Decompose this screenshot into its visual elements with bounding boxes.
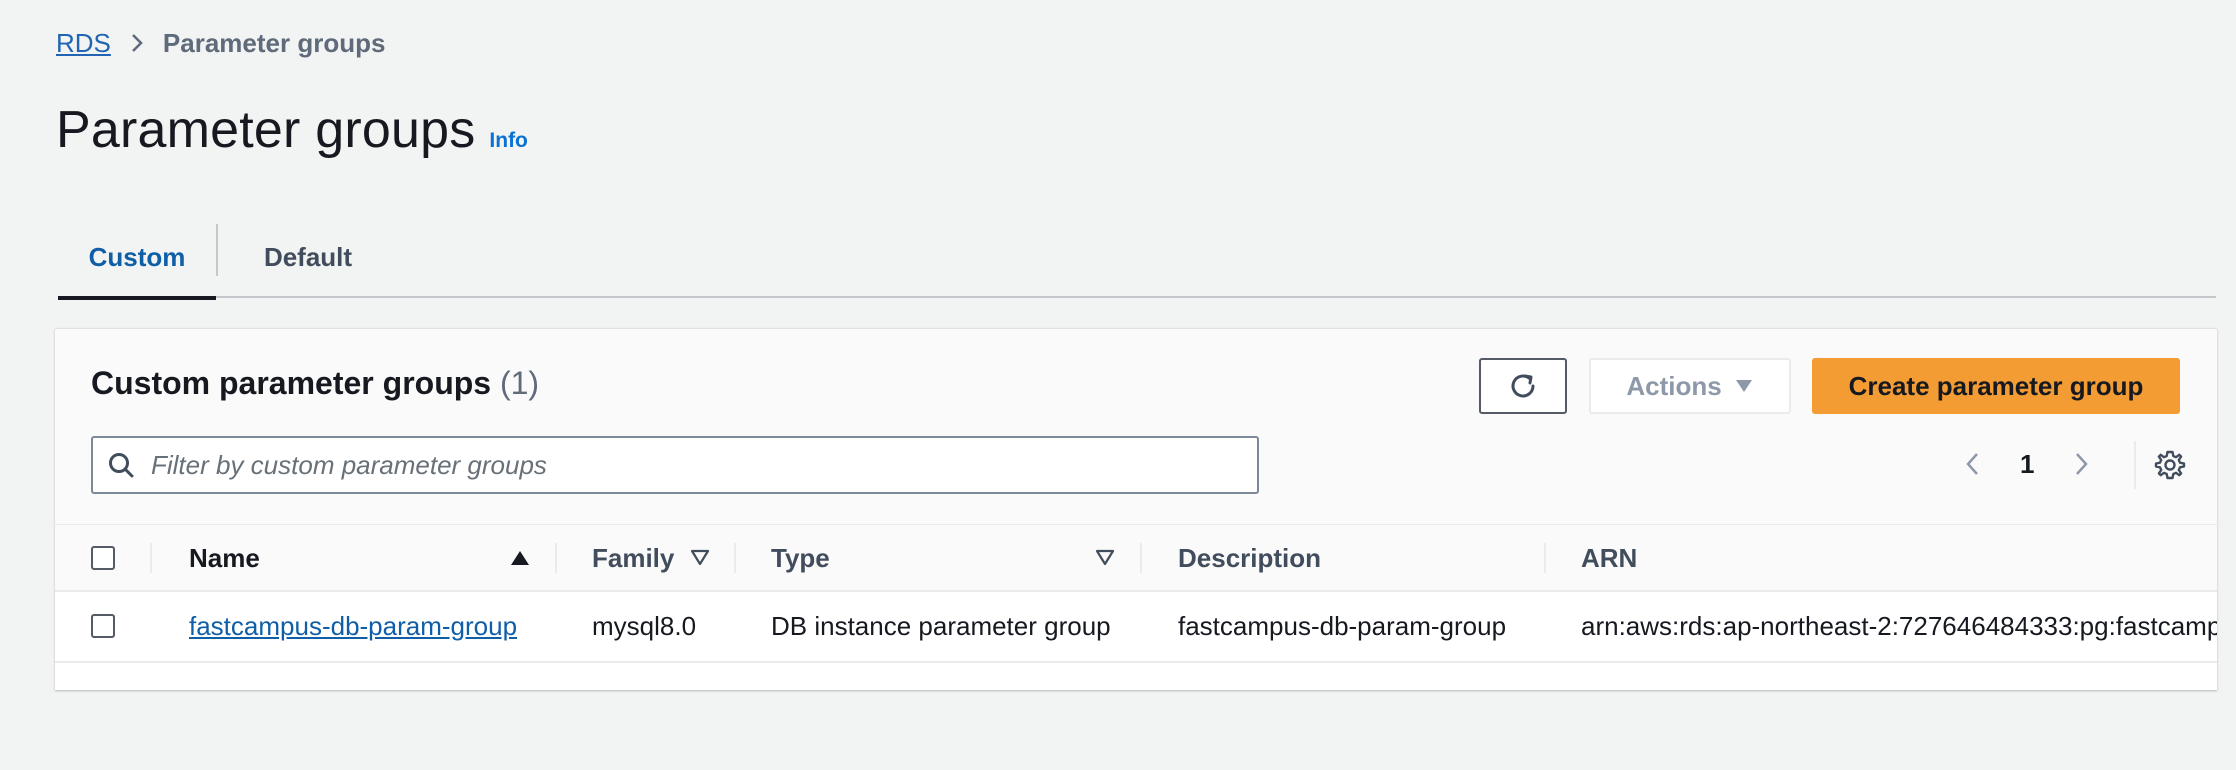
chevron-right-icon[interactable] [2068, 451, 2094, 477]
tab-default[interactable]: Default [218, 216, 398, 298]
chevron-right-icon [125, 31, 149, 55]
pagination: 1 [1960, 439, 2094, 489]
select-all-checkbox[interactable] [91, 546, 115, 570]
settings-divider [2134, 441, 2136, 489]
tab-custom[interactable]: Custom [58, 216, 216, 300]
page-header: Parameter groups Info [56, 100, 528, 160]
column-header-description-label: Description [1178, 542, 1322, 573]
cell-type: DB instance parameter group [771, 611, 1111, 641]
column-header-type[interactable]: Type [771, 525, 830, 591]
panel-count: (1) [499, 365, 540, 401]
gear-icon[interactable] [2154, 449, 2186, 481]
column-divider [1544, 543, 1546, 573]
cell-name: fastcampus-db-param-group [189, 592, 517, 661]
column-divider [1140, 543, 1142, 573]
column-header-description: Description [1178, 525, 1321, 591]
cell-arn: arn:aws:rds:ap-northeast-2:727646484333:… [1581, 611, 2217, 641]
page-number[interactable]: 1 [2020, 449, 2034, 480]
sort-ascending-icon[interactable] [510, 548, 530, 568]
parameter-groups-panel: Custom parameter groups (1) Actions Crea… [55, 328, 2217, 690]
page: RDS Parameter groups Parameter groups In… [0, 0, 2236, 770]
panel-header: Custom parameter groups (1) Actions Crea… [55, 329, 2217, 524]
row-checkbox[interactable] [91, 614, 115, 638]
cell-family: mysql8.0 [592, 611, 697, 641]
column-header-arn-label: ARN [1581, 542, 1638, 573]
panel-title: Custom parameter groups (1) [91, 365, 539, 402]
caret-down-icon [1734, 378, 1754, 394]
parameter-group-link[interactable]: fastcampus-db-param-group [189, 611, 517, 642]
column-header-name-label: Name [189, 542, 260, 573]
refresh-icon [1507, 370, 1539, 402]
cell-description: fastcampus-db-param-group [1178, 611, 1507, 641]
column-header-name[interactable]: Name [189, 525, 260, 591]
info-link[interactable]: Info [489, 129, 527, 153]
column-divider [555, 543, 557, 573]
page-title: Parameter groups [56, 101, 476, 159]
create-parameter-group-button[interactable]: Create parameter group [1812, 358, 2180, 414]
panel-title-text: Custom parameter groups [91, 365, 492, 401]
actions-dropdown-button[interactable]: Actions [1589, 358, 1791, 414]
breadcrumb-current: Parameter groups [162, 28, 386, 58]
refresh-button[interactable] [1479, 358, 1567, 414]
table-header: Name Family Type Description ARN [55, 524, 2217, 592]
column-header-arn: ARN [1581, 525, 1637, 591]
column-header-family-label: Family [592, 542, 675, 573]
breadcrumb-rds-link[interactable]: RDS [56, 26, 111, 60]
column-divider [734, 543, 736, 573]
search-field[interactable] [91, 436, 1259, 494]
column-header-type-label: Type [771, 542, 830, 573]
sort-icon[interactable] [1095, 548, 1115, 568]
chevron-left-icon[interactable] [1960, 451, 1986, 477]
search-input[interactable] [151, 449, 1231, 481]
table-row: fastcampus-db-param-group mysql8.0 DB in… [55, 592, 2217, 663]
breadcrumb: RDS Parameter groups [56, 26, 385, 60]
search-icon [107, 451, 135, 479]
column-divider [150, 543, 152, 573]
sort-icon[interactable] [690, 548, 710, 568]
tab-bar: Custom Default [58, 216, 2216, 300]
actions-label: Actions [1626, 370, 1722, 401]
column-header-family[interactable]: Family [592, 525, 674, 591]
